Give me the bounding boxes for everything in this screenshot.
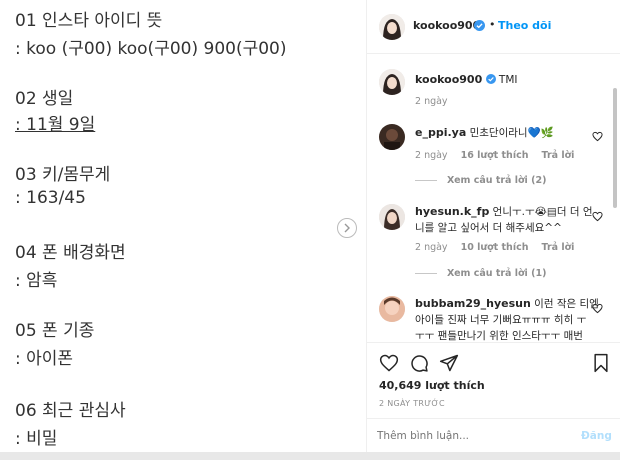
next-image-button[interactable] (337, 218, 357, 238)
comment: bubbam29_hyesun 이런 작은 티엠 아이들 진짜 너무 기뻐요ㅠㅠ… (415, 296, 600, 344)
post-line: : 아이폰 (15, 349, 74, 369)
like-heart-icon[interactable] (379, 353, 399, 373)
add-comment-bar: Đăng (367, 418, 620, 452)
scrollbar[interactable] (613, 88, 617, 208)
comment-time[interactable]: 2 ngày (415, 242, 448, 253)
view-replies-label: Xem câu trả lời (1) (447, 268, 547, 279)
heart-icon[interactable] (592, 211, 603, 222)
caption-text: TMI (498, 74, 518, 86)
add-comment-input[interactable] (377, 427, 567, 445)
dot-separator: • (489, 18, 496, 31)
avatar[interactable] (379, 14, 405, 40)
post-line: 06 최근 관심사 (15, 401, 126, 421)
verified-badge-icon (474, 20, 485, 31)
divider (415, 180, 437, 181)
avatar[interactable] (379, 204, 405, 230)
divider (415, 273, 437, 274)
post-line: : koo (구00) koo(구00) 900(구00) (15, 39, 287, 59)
comment-text: 아이들 진짜 너무 기뻐요ㅠㅠㅠ 히히 ㅜ (415, 314, 587, 326)
post-date[interactable]: 2 NGÀY TRƯỚC (379, 399, 445, 408)
caption: kookoo900 TMI (415, 72, 518, 88)
post-line: 05 폰 기종 (15, 321, 95, 341)
view-replies-button[interactable]: Xem câu trả lời (2) (415, 175, 546, 186)
post-header: kookoo900 • Theo dõi (367, 0, 620, 54)
post-line: : 비밀 (15, 429, 58, 449)
post-line: : 163/45 (15, 188, 86, 208)
avatar[interactable] (379, 124, 405, 150)
comment-text: 니를 알고 싶어서 더 해주세요^^ (415, 222, 562, 234)
share-paper-plane-icon[interactable] (439, 353, 459, 373)
bottom-strip (0, 452, 620, 460)
comment-text: 민초단이라니💙🌿 (469, 127, 554, 139)
like-count[interactable]: 40,649 lượt thích (379, 379, 485, 392)
comment-text: 이런 작은 티엠 (534, 298, 599, 310)
heart-icon[interactable] (592, 131, 603, 142)
chevron-right-icon (344, 223, 350, 233)
comment-likes[interactable]: 16 lượt thích (461, 150, 529, 161)
post-line: 01 인스타 아이디 뜻 (15, 11, 163, 31)
post-comment-button[interactable]: Đăng (581, 430, 612, 442)
comment-meta: 2 ngày 10 lượt thích Trả lời (415, 242, 574, 253)
caption-username[interactable]: kookoo900 (415, 73, 482, 86)
follow-button[interactable]: Theo dõi (498, 19, 551, 32)
bookmark-icon[interactable] (591, 353, 611, 373)
comment-meta: 2 ngày 16 lượt thích Trả lời (415, 150, 574, 161)
comment-username[interactable]: hyesun.k_fp (415, 205, 489, 218)
caption-time[interactable]: 2 ngày (415, 96, 448, 107)
comment-likes[interactable]: 10 lượt thích (461, 242, 529, 253)
post-line: 02 생일 (15, 89, 74, 109)
header-username[interactable]: kookoo900 (413, 19, 480, 32)
post-line: 04 폰 배경화면 (15, 243, 126, 263)
post-line: 03 키/몸무게 (15, 165, 111, 185)
comment-username[interactable]: e_ppi.ya (415, 126, 466, 139)
avatar[interactable] (379, 69, 405, 95)
post-image: 01 인스타 아이디 뜻 : koo (구00) koo(구00) 900(구0… (0, 0, 366, 452)
comment: hyesun.k_fp 언니ㅜ.ㅜ😭▤더 더 언 니를 알고 싶어서 더 해주세… (415, 204, 600, 236)
comment-bubble-icon[interactable] (409, 353, 429, 373)
verified-badge-icon (485, 74, 496, 84)
post-panel: kookoo900 • Theo dõi kookoo900 TMI 2 ngà… (366, 0, 620, 452)
comment: e_ppi.ya 민초단이라니💙🌿 (415, 125, 595, 141)
post-line: : 암흑 (15, 271, 58, 291)
post-line: : 11월 9일 (15, 115, 96, 135)
reply-button[interactable]: Trả lời (542, 150, 575, 161)
avatar[interactable] (379, 296, 405, 322)
view-replies-label: Xem câu trả lời (2) (447, 175, 547, 186)
heart-icon[interactable] (592, 303, 603, 314)
comment-text: 언니ㅜ.ㅜ😭▤더 더 언 (492, 206, 593, 218)
comment-time[interactable]: 2 ngày (415, 150, 448, 161)
reply-button[interactable]: Trả lời (542, 242, 575, 253)
comment-username[interactable]: bubbam29_hyesun (415, 297, 531, 310)
view-replies-button[interactable]: Xem câu trả lời (1) (415, 268, 546, 279)
